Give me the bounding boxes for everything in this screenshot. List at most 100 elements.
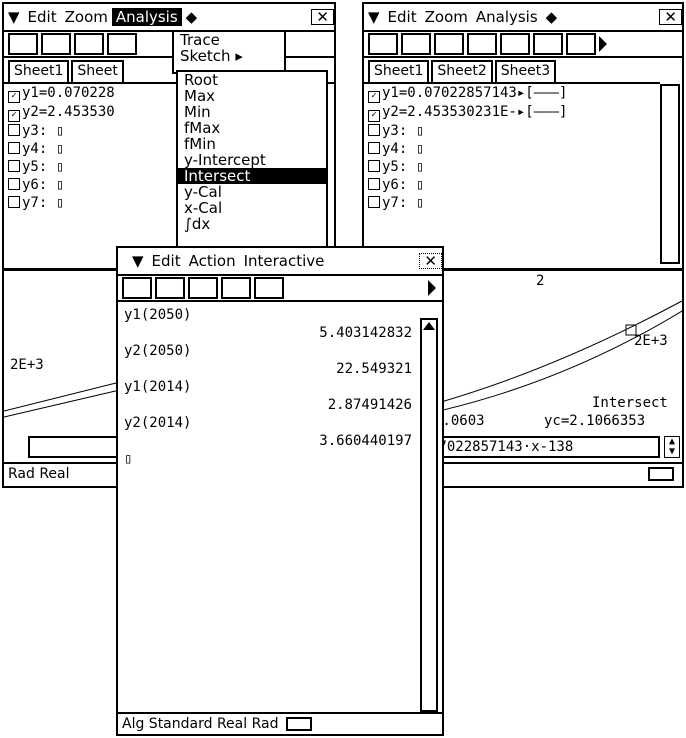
toolbar-arrow-icon[interactable] bbox=[428, 280, 436, 296]
graph-zoom-icon[interactable] bbox=[107, 33, 137, 55]
graph-zoom-icon[interactable] bbox=[467, 33, 497, 55]
zoom-box-icon[interactable] bbox=[500, 33, 530, 55]
checkbox[interactable] bbox=[8, 124, 20, 136]
menu-item-max[interactable]: Max bbox=[178, 88, 326, 104]
checkbox[interactable] bbox=[368, 178, 380, 190]
list-item[interactable]: y5: ▯ bbox=[368, 158, 660, 176]
checkbox[interactable]: ✓ bbox=[368, 91, 380, 103]
work-area[interactable]: y1(2050) 5.403142832 y2(2050) 22.549321 … bbox=[118, 302, 418, 712]
resize-icon[interactable] bbox=[566, 33, 596, 55]
main-toolbar bbox=[118, 276, 442, 302]
convert-icon[interactable] bbox=[122, 277, 152, 299]
menu-item-fmin[interactable]: fMin bbox=[178, 136, 326, 152]
hand-icon[interactable] bbox=[155, 277, 185, 299]
graph-function-icon[interactable] bbox=[254, 277, 284, 299]
menu-diamond-icon[interactable]: ◆ bbox=[542, 8, 562, 26]
graph-icon[interactable] bbox=[74, 33, 104, 55]
menu-item-x-cal[interactable]: x-Cal bbox=[178, 200, 326, 216]
list-item[interactable]: y1(2014) 2.87491426 bbox=[124, 378, 412, 414]
main-menubar: ▼ Edit Action Interactive ✕ bbox=[118, 248, 442, 276]
menu-item-y-cal[interactable]: y-Cal bbox=[178, 184, 326, 200]
y1y2-icon[interactable] bbox=[368, 33, 398, 55]
table-icon[interactable] bbox=[401, 33, 431, 55]
main-window: ▼ Edit Action Interactive ✕ y1(2050) 5.4… bbox=[116, 246, 444, 736]
menu-item-intersect[interactable]: Intersect bbox=[178, 168, 326, 184]
close-icon[interactable]: ✕ bbox=[419, 253, 442, 269]
menu-zoom[interactable]: Zoom bbox=[61, 8, 112, 26]
main-status-bar: Alg Standard Real Rad bbox=[118, 712, 442, 734]
checkbox[interactable] bbox=[8, 196, 20, 208]
checkbox[interactable] bbox=[368, 196, 380, 208]
graph-top-label: 2 bbox=[536, 273, 545, 289]
menu-analysis[interactable]: Analysis bbox=[111, 8, 182, 26]
yc-value: yc=2.1066353 bbox=[544, 413, 646, 429]
list-item[interactable]: y4: ▯ bbox=[368, 140, 660, 158]
checkbox[interactable]: ✓ bbox=[368, 110, 380, 122]
menu-arrow-icon[interactable]: ▼ bbox=[128, 252, 148, 270]
menu-arrow-icon[interactable]: ▼ bbox=[364, 8, 384, 26]
menu-item-integral[interactable]: ∫dx bbox=[178, 216, 326, 232]
right-entry-field[interactable]: 07022857143·x-138 bbox=[424, 436, 660, 458]
entry-output: 3.660440197 bbox=[319, 433, 412, 449]
tab-sheet2[interactable]: Sheet2 bbox=[431, 60, 493, 82]
menu-item-root[interactable]: Root bbox=[178, 72, 326, 88]
list-item[interactable]: ✓ y2=2.453530231E-▸[———] bbox=[368, 103, 660, 122]
right-list-scrollbar[interactable] bbox=[660, 84, 680, 264]
menu-item-fmax[interactable]: fMax bbox=[178, 120, 326, 136]
entry-input[interactable]: y2(2050) bbox=[124, 342, 412, 360]
battery-icon bbox=[648, 467, 674, 481]
menu-edit[interactable]: Edit bbox=[148, 252, 185, 270]
main-scrollbar[interactable] bbox=[420, 318, 438, 712]
menu-interactive[interactable]: Interactive bbox=[240, 252, 329, 270]
checkbox[interactable] bbox=[368, 142, 380, 154]
derivative-icon[interactable] bbox=[188, 277, 218, 299]
entry-output: 22.549321 bbox=[336, 361, 412, 377]
checkbox[interactable] bbox=[8, 160, 20, 172]
checkbox[interactable]: ✓ bbox=[8, 110, 20, 122]
close-icon[interactable]: ✕ bbox=[311, 9, 334, 25]
checkbox[interactable] bbox=[8, 142, 20, 154]
y1y2-icon[interactable] bbox=[8, 33, 38, 55]
entry-input[interactable]: y1(2014) bbox=[124, 378, 412, 396]
tab-sheet2[interactable]: Sheet bbox=[71, 60, 124, 82]
left-entry-field[interactable] bbox=[28, 436, 124, 458]
cursor[interactable]: ▯ bbox=[124, 450, 412, 468]
tab-sheet1[interactable]: Sheet1 bbox=[8, 60, 70, 82]
menu-arrow-icon[interactable]: ▼ bbox=[4, 8, 24, 26]
entry-input[interactable]: y2(2014) bbox=[124, 414, 412, 432]
menu-edit[interactable]: Edit bbox=[24, 8, 61, 26]
tab-sheet3[interactable]: Sheet3 bbox=[494, 60, 557, 82]
list-item[interactable]: y3: ▯ bbox=[368, 122, 660, 140]
pan-icon[interactable] bbox=[533, 33, 563, 55]
checkbox[interactable] bbox=[368, 160, 380, 172]
toolbar-arrow-icon[interactable] bbox=[599, 36, 607, 52]
integral-icon[interactable] bbox=[221, 277, 251, 299]
checkbox[interactable] bbox=[8, 178, 20, 190]
menu-action[interactable]: Action bbox=[185, 252, 240, 270]
menu-analysis[interactable]: Analysis bbox=[472, 8, 542, 26]
close-icon[interactable]: ✕ bbox=[659, 9, 682, 25]
menu-item-trace[interactable]: Trace bbox=[174, 32, 284, 48]
graph-point-label: 2E+3 bbox=[634, 333, 668, 349]
table-icon[interactable] bbox=[41, 33, 71, 55]
list-item[interactable]: y2(2014) 3.660440197 bbox=[124, 414, 412, 450]
list-item[interactable]: y7: ▯ bbox=[368, 194, 660, 212]
checkbox[interactable] bbox=[368, 124, 380, 136]
menu-zoom[interactable]: Zoom bbox=[421, 8, 472, 26]
menu-item-min[interactable]: Min bbox=[178, 104, 326, 120]
menu-edit[interactable]: Edit bbox=[384, 8, 421, 26]
menu-item-y-intercept[interactable]: y-Intercept bbox=[178, 152, 326, 168]
menu-item-sketch[interactable]: Sketch ▸ bbox=[174, 48, 284, 64]
stepper-icon[interactable]: ▲ ▼ bbox=[664, 436, 680, 458]
battery-icon bbox=[286, 717, 313, 731]
checkbox[interactable]: ✓ bbox=[8, 91, 20, 103]
intersect-label: Intersect bbox=[592, 395, 668, 411]
list-item[interactable]: y2(2050) 22.549321 bbox=[124, 342, 412, 378]
menu-diamond-icon[interactable]: ◆ bbox=[182, 8, 202, 26]
list-item[interactable]: ✓ y1=0.07022857143▸[———] bbox=[368, 84, 660, 103]
graph-icon[interactable] bbox=[434, 33, 464, 55]
entry-input[interactable]: y1(2050) bbox=[124, 306, 412, 324]
list-item[interactable]: y1(2050) 5.403142832 bbox=[124, 306, 412, 342]
tab-sheet1[interactable]: Sheet1 bbox=[368, 60, 430, 82]
list-item[interactable]: y6: ▯ bbox=[368, 176, 660, 194]
